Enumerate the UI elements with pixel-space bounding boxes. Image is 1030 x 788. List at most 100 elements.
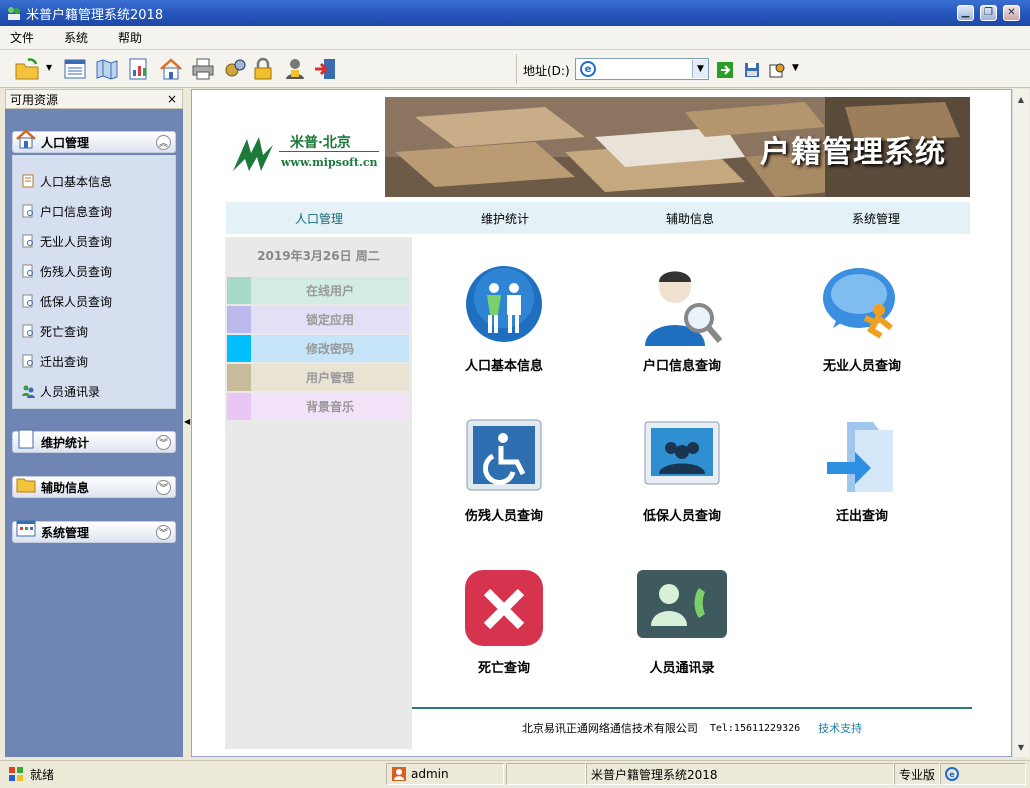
report-icon[interactable] bbox=[126, 56, 152, 82]
sidebar-item-disabled-query[interactable]: 伤残人员查询 bbox=[21, 261, 112, 281]
open-folder-icon[interactable] bbox=[14, 56, 40, 82]
content-frame: 米普·北京 www.mipsoft.cn 户籍管理系统 人口管理 维护统计 辅助… bbox=[191, 89, 1012, 757]
settings-icon[interactable] bbox=[768, 61, 786, 79]
tech-support-link[interactable]: 技术支持 bbox=[818, 720, 862, 736]
online-users-link[interactable]: 在线用户 bbox=[227, 277, 409, 304]
status-app-name: 米普户籍管理系统2018 bbox=[586, 763, 894, 785]
go-icon[interactable] bbox=[717, 62, 733, 78]
group-items-panel: 人口基本信息 户口信息查询 无业人员查询 伤残人员查询 低保人员查询 死亡查询 … bbox=[12, 155, 176, 409]
change-password-link[interactable]: 修改密码 bbox=[227, 335, 409, 362]
windows-flag-icon bbox=[9, 767, 23, 781]
scroll-down-icon[interactable]: ▼ bbox=[1013, 739, 1029, 755]
vertical-scrollbar[interactable]: ▲ ▼ bbox=[1012, 89, 1029, 757]
status-bar: 就绪 admin 米普户籍管理系统2018 专业版 e bbox=[0, 760, 1030, 788]
logo: 米普·北京 www.mipsoft.cn bbox=[225, 95, 385, 199]
tools-icon[interactable] bbox=[222, 56, 248, 82]
sidebar-item-population-info[interactable]: 人口基本信息 bbox=[21, 171, 112, 191]
sidebar-close-icon[interactable]: × bbox=[167, 92, 177, 106]
sidebar-item-low-income-query[interactable]: 低保人员查询 bbox=[21, 291, 112, 311]
group-population-management[interactable]: 人口管理 ︽ bbox=[12, 129, 176, 153]
settings-dropdown-icon[interactable]: ▼ bbox=[792, 63, 799, 73]
sidebar-title: 可用资源 bbox=[10, 92, 59, 107]
date-label: 2019年3月26日 周二 bbox=[257, 249, 380, 263]
status-ready: 就绪 bbox=[4, 763, 384, 785]
sidebar-item-unemployed-query[interactable]: 无业人员查询 bbox=[21, 231, 112, 251]
group-system-management[interactable]: 系统管理 ︾ bbox=[12, 520, 176, 543]
tile-death-query[interactable]: 死亡查询 bbox=[434, 564, 574, 676]
mipsoft-logo-icon bbox=[233, 137, 273, 171]
title-bar: 米普户籍管理系统2018 ▁ ❐ ✕ bbox=[0, 0, 1030, 26]
document-search-icon bbox=[22, 204, 33, 218]
document-icon bbox=[18, 429, 34, 449]
print-icon[interactable] bbox=[190, 56, 216, 82]
list-view-icon[interactable] bbox=[62, 56, 88, 82]
status-ie: e bbox=[940, 763, 1026, 785]
tile-disabled-query[interactable]: 伤残人员查询 bbox=[434, 412, 574, 524]
tile-low-income-query[interactable]: 低保人员查询 bbox=[612, 412, 752, 524]
ie-status-icon: e bbox=[945, 767, 959, 781]
lock-icon[interactable] bbox=[250, 56, 276, 82]
address-dropdown-button[interactable]: ▼ bbox=[692, 60, 708, 78]
wheelchair-icon bbox=[466, 419, 542, 491]
sidebar-item-death-query[interactable]: 死亡查询 bbox=[21, 321, 88, 341]
contact-phone-icon bbox=[637, 570, 727, 638]
tile-moved-out-query[interactable]: 迁出查询 bbox=[792, 412, 932, 524]
nav-population[interactable]: 人口管理 bbox=[295, 210, 343, 227]
tile-household-query[interactable]: 户口信息查询 bbox=[612, 262, 752, 374]
contact-runner-icon bbox=[823, 268, 895, 339]
collapse-chevron-icon[interactable]: ︽ bbox=[156, 135, 171, 150]
document-search-icon bbox=[22, 264, 33, 278]
page-footer: 北京易讯正通网络通信技术有限公司 Tel:15611229326 技术支持 bbox=[412, 707, 972, 747]
left-panel: 2019年3月26日 周二 在线用户 锁定应用 修改密码 用户管理 背景音乐 bbox=[225, 237, 412, 749]
status-edition: 专业版 bbox=[894, 763, 940, 785]
user-icon bbox=[392, 767, 406, 781]
nav-maintenance[interactable]: 维护统计 bbox=[481, 210, 529, 227]
menu-system[interactable]: 系统 bbox=[64, 29, 88, 46]
sidebar-header: 可用资源 × bbox=[5, 89, 183, 109]
sidebar-item-household-query[interactable]: 户口信息查询 bbox=[21, 201, 112, 221]
expand-chevron-icon[interactable]: ︾ bbox=[156, 525, 171, 540]
population-globe-icon bbox=[466, 266, 542, 342]
footer-company: 北京易讯正通网络通信技术有限公司 bbox=[521, 722, 698, 735]
nav-system[interactable]: 系统管理 bbox=[852, 210, 900, 227]
background-music-link[interactable]: 背景音乐 bbox=[227, 393, 409, 420]
minimize-button[interactable]: ▁ bbox=[957, 5, 974, 21]
maximize-button[interactable]: ❐ bbox=[980, 5, 997, 21]
logo-name: 米普·北京 bbox=[290, 135, 351, 151]
user-lock-icon[interactable] bbox=[282, 56, 308, 82]
nav-auxiliary[interactable]: 辅助信息 bbox=[666, 210, 714, 227]
nav-bar: 人口管理 维护统计 辅助信息 系统管理 bbox=[226, 202, 970, 234]
lock-app-link[interactable]: 锁定应用 bbox=[227, 306, 409, 333]
sidebar-item-moved-out-query[interactable]: 迁出查询 bbox=[21, 351, 88, 371]
house-icon bbox=[16, 129, 36, 149]
function-grid: 人口基本信息 户口信息查询 无业人员查询 伤残人员查询 低保人员查询 迁出查询 … bbox=[412, 237, 972, 705]
expand-chevron-icon[interactable]: ︾ bbox=[156, 435, 171, 450]
close-button[interactable]: ✕ bbox=[1003, 5, 1020, 21]
document-search-icon bbox=[22, 324, 33, 338]
notebook-icon bbox=[22, 174, 34, 188]
user-management-link[interactable]: 用户管理 bbox=[227, 364, 409, 391]
sidebar-item-contacts[interactable]: 人员通讯录 bbox=[21, 381, 100, 401]
menu-help[interactable]: 帮助 bbox=[118, 29, 142, 46]
toolbar: ▼ 地址(D:) e ▼ ▼ bbox=[0, 50, 1030, 88]
address-input[interactable]: e ▼ bbox=[575, 58, 709, 80]
group-label: 人口管理 bbox=[41, 135, 90, 150]
window-grid-icon bbox=[16, 520, 36, 537]
group-maintenance-statistics[interactable]: 维护统计 ︾ bbox=[12, 429, 176, 453]
expand-chevron-icon[interactable]: ︾ bbox=[156, 480, 171, 495]
tile-unemployed-query[interactable]: 无业人员查询 bbox=[792, 262, 932, 374]
address-label: 地址(D:) bbox=[523, 64, 570, 78]
map-icon[interactable] bbox=[94, 56, 120, 82]
menu-file[interactable]: 文件 bbox=[10, 29, 34, 46]
splitter[interactable]: ◀ bbox=[183, 89, 191, 757]
collapse-arrow-icon[interactable]: ◀ bbox=[184, 417, 190, 426]
banner: 户籍管理系统 bbox=[385, 97, 970, 197]
home-icon[interactable] bbox=[158, 56, 184, 82]
group-auxiliary-info[interactable]: 辅助信息 ︾ bbox=[12, 476, 176, 498]
tile-contacts[interactable]: 人员通讯录 bbox=[612, 564, 752, 676]
dropdown-arrow-icon[interactable]: ▼ bbox=[46, 63, 52, 72]
exit-icon[interactable] bbox=[312, 56, 338, 82]
save-disk-icon[interactable] bbox=[743, 61, 761, 79]
scroll-up-icon[interactable]: ▲ bbox=[1013, 91, 1029, 107]
tile-population-info[interactable]: 人口基本信息 bbox=[434, 262, 574, 374]
